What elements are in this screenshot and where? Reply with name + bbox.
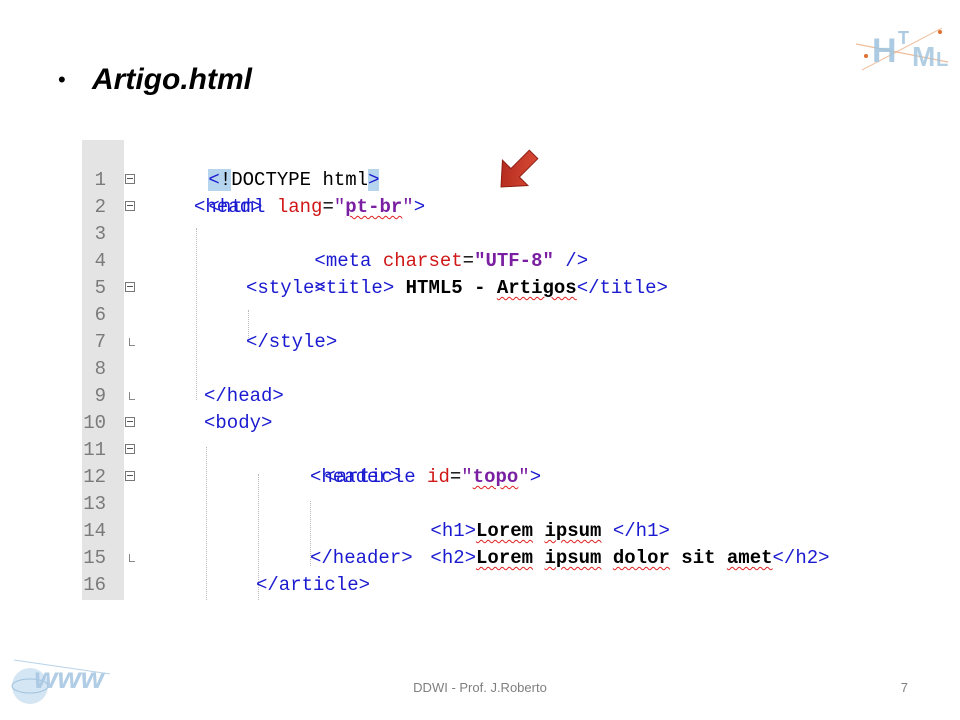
code-editor: 1 <!DOCTYPE html> 2 <html lang="pt-br"> …	[82, 140, 842, 600]
code-line-14: 14 <h1>Lorem ipsum </h1>	[82, 491, 842, 542]
html-logo: H T M L	[852, 14, 952, 80]
code-line-8: 8 </style>	[82, 329, 842, 380]
code-line-9: 9	[82, 356, 842, 407]
code-line-4: 4 <meta charset="UTF-8" />	[82, 221, 842, 272]
code-line-11: 11 <body>	[82, 410, 842, 461]
code-line-13: 13 <header>	[82, 464, 842, 515]
fold-end-icon	[129, 554, 136, 562]
code-line-12: 12 <article id="topo">	[82, 437, 842, 488]
code-line-2: 2 <html lang="pt-br">	[82, 167, 842, 218]
fold-toggle-icon[interactable]	[125, 471, 135, 481]
slide-heading: • Artigo.html	[58, 58, 252, 102]
code-line-5: 5 <title> HTML5 - Artigos</title>	[82, 248, 842, 299]
footer-text: DDWI - Prof. J.Roberto	[413, 680, 547, 695]
code-line-1: 1 <!DOCTYPE html>	[82, 140, 842, 191]
code-line-7: 7	[82, 302, 842, 353]
code-line-15: 15 <h2>Lorem ipsum dolor sit amet</h2>	[82, 518, 842, 569]
fold-end-icon	[129, 338, 136, 346]
slide-title: Artigo.html	[92, 63, 252, 96]
svg-text:L: L	[936, 49, 948, 71]
fold-toggle-icon[interactable]	[125, 201, 135, 211]
svg-text:T: T	[898, 28, 909, 48]
svg-text:H: H	[872, 32, 897, 70]
code-line-17: 17 </article>	[82, 572, 842, 599]
fold-toggle-icon[interactable]	[125, 417, 135, 427]
red-arrow-icon	[488, 140, 548, 200]
bullet-marker: •	[58, 67, 66, 92]
fold-end-icon	[129, 392, 136, 400]
page-number: 7	[900, 680, 908, 695]
line-number: 17	[82, 599, 106, 600]
fold-toggle-icon[interactable]	[125, 282, 135, 292]
fold-toggle-icon[interactable]	[125, 444, 135, 454]
code-line-10: 10 </head>	[82, 383, 842, 434]
code-line-6: 6 <style>	[82, 275, 842, 326]
code-line-16: 16 </header>	[82, 545, 842, 596]
svg-text:M: M	[912, 41, 935, 72]
code-line-3: 3 <head>	[82, 194, 842, 245]
fold-toggle-icon[interactable]	[125, 174, 135, 184]
